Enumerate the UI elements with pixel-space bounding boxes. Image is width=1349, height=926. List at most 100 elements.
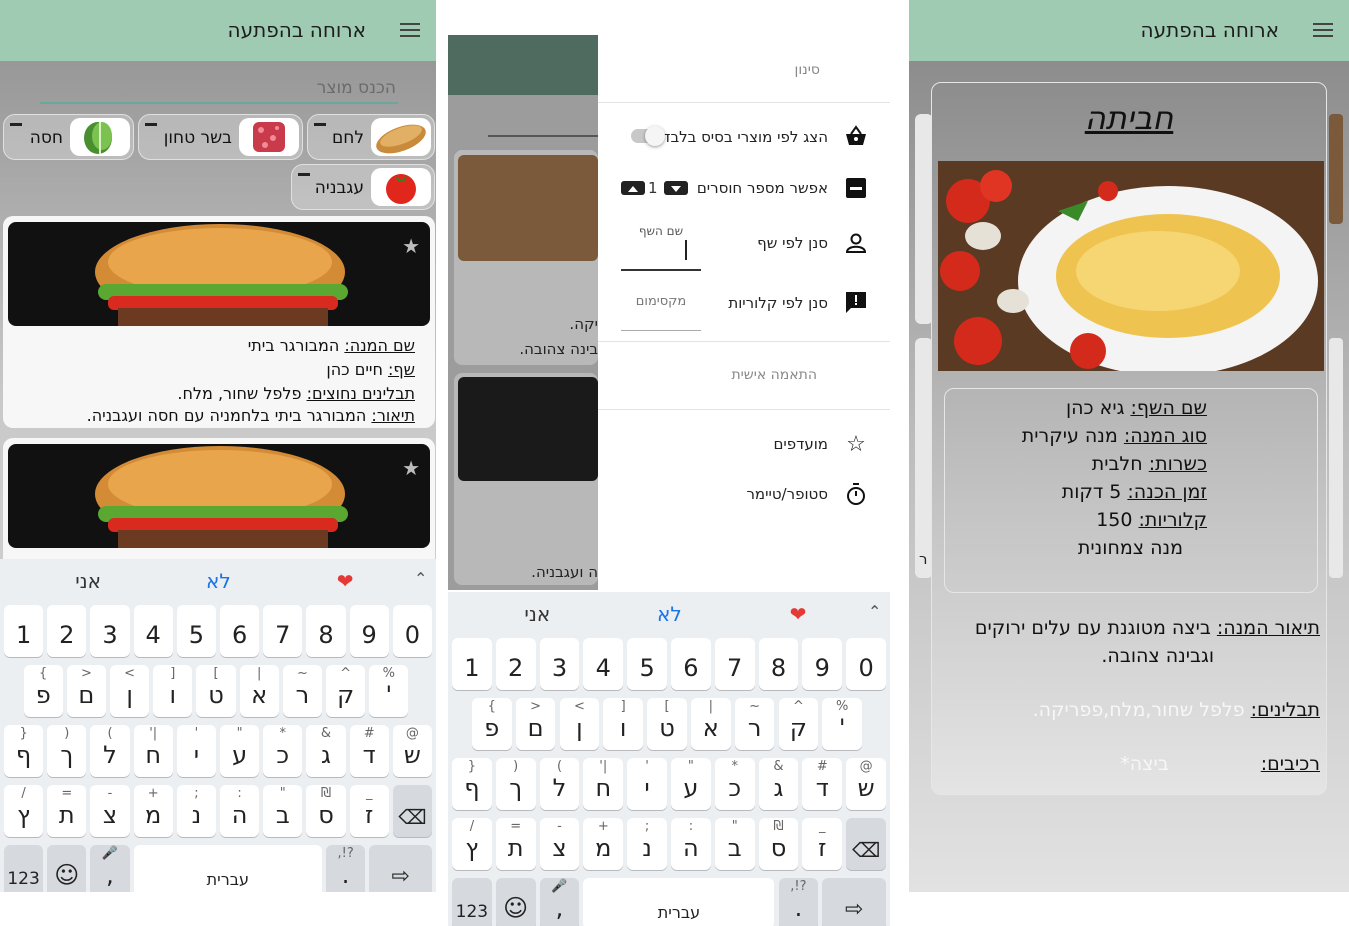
backspace-key[interactable]: ⌫ [846, 818, 886, 870]
comma-key[interactable]: 🎤, [539, 878, 580, 926]
key-letter[interactable]: @ ש [392, 725, 432, 777]
key-letter[interactable]: > ם [66, 665, 106, 717]
key-7[interactable]: 7 [714, 638, 755, 690]
key-letter[interactable]: * כ [263, 725, 303, 777]
key-5[interactable]: 5 [627, 638, 667, 690]
key-letter[interactable]: -צ [539, 818, 580, 870]
key-3[interactable]: 3 [90, 605, 130, 657]
ingredient-chip-bread[interactable]: לחם [307, 114, 435, 160]
enter-key[interactable]: ⇨ [822, 878, 886, 926]
key-letter[interactable]: '| ח [133, 725, 173, 777]
key-letter[interactable]: {פ [471, 698, 512, 750]
suggestion-2[interactable]: ❤ [337, 569, 354, 593]
key-letter[interactable]: " ע [220, 725, 260, 777]
key-7[interactable]: 7 [263, 605, 303, 657]
key-letter[interactable]: ] ו [153, 665, 193, 717]
key-letter[interactable]: ^ ק [326, 665, 366, 717]
key-letter[interactable]: ' י [627, 758, 667, 810]
key-8[interactable]: 8 [306, 605, 346, 657]
key-letter[interactable]: ~ ר [734, 698, 775, 750]
key-letter[interactable]: ] ו [603, 698, 644, 750]
expand-chevron-icon[interactable]: ⌃ [414, 569, 427, 588]
favorite-star-icon[interactable]: ★ [402, 456, 420, 480]
remove-icon[interactable] [314, 123, 326, 126]
key-letter[interactable]: # ד [802, 758, 843, 810]
key-letter[interactable]: & ג [306, 725, 346, 777]
key-letter[interactable]: } ף [452, 758, 492, 810]
key-letter[interactable]: -צ [90, 785, 130, 837]
key-letter[interactable]: {פ [23, 665, 63, 717]
menu-icon[interactable] [400, 23, 420, 37]
key-letter[interactable]: :ה [671, 818, 711, 870]
key-letter[interactable]: = ת [495, 818, 536, 870]
key-0[interactable]: 0 [846, 638, 886, 690]
menu-icon[interactable] [1313, 23, 1333, 37]
dimmed-background[interactable]: יקה. בינה צהובה. ה ועגבניה. [448, 35, 598, 590]
key-letter[interactable]: / ץ [452, 818, 492, 870]
enter-key[interactable]: ⇨ [369, 845, 432, 892]
key-letter[interactable]: | א [239, 665, 279, 717]
decrement-button[interactable] [621, 181, 645, 195]
key-letter[interactable]: ) ך [495, 758, 536, 810]
comma-key[interactable]: 🎤, [90, 845, 130, 892]
key-letter[interactable]: ₪ ס [758, 818, 799, 870]
key-letter[interactable]: / ץ [4, 785, 44, 837]
key-letter[interactable]: " ב [263, 785, 303, 837]
emoji-key[interactable]: ☺ [47, 845, 87, 892]
stopwatch-item[interactable]: סטופר/טיימר [746, 485, 828, 503]
key-letter[interactable]: < ן [110, 665, 150, 717]
key-letter[interactable]: % ' [822, 698, 863, 750]
key-letter[interactable]: > ם [515, 698, 556, 750]
suggestion-1[interactable]: לא [206, 569, 231, 593]
key-4[interactable]: 4 [583, 638, 624, 690]
emoji-key[interactable]: ☺ [495, 878, 536, 926]
key-letter[interactable]: _ ז [349, 785, 389, 837]
key-letter[interactable]: < ן [559, 698, 600, 750]
key-letter[interactable]: ' י [176, 725, 216, 777]
key-8[interactable]: 8 [758, 638, 799, 690]
key-letter[interactable]: ; נ [627, 818, 667, 870]
period-key[interactable]: ,!?. [778, 878, 819, 926]
search-input[interactable]: הכנס מוצר [317, 78, 396, 98]
favorites-item[interactable]: מועדפים [773, 435, 828, 453]
key-letter[interactable]: [ט [196, 665, 236, 717]
key-letter[interactable]: (ל [90, 725, 130, 777]
key-2[interactable]: 2 [495, 638, 536, 690]
key-letter[interactable]: @ ש [846, 758, 886, 810]
key-letter[interactable]: } ף [4, 725, 44, 777]
key-9[interactable]: 9 [802, 638, 843, 690]
favorite-star-icon[interactable]: ★ [402, 234, 420, 258]
key-letter[interactable]: ~ ר [282, 665, 322, 717]
key-letter[interactable]: " ב [714, 818, 755, 870]
key-letter[interactable]: ; נ [176, 785, 216, 837]
numbers-key[interactable]: 123 [452, 878, 492, 926]
space-key[interactable]: עברית [583, 878, 775, 926]
key-letter[interactable]: * כ [714, 758, 755, 810]
key-letter[interactable]: (ל [539, 758, 580, 810]
key-5[interactable]: 5 [176, 605, 216, 657]
key-letter[interactable]: _ ז [802, 818, 843, 870]
recipe-card[interactable]: ★ [3, 438, 435, 568]
remove-icon[interactable] [298, 173, 310, 176]
key-letter[interactable]: ₪ ס [306, 785, 346, 837]
key-3[interactable]: 3 [539, 638, 580, 690]
key-letter[interactable]: # ד [349, 725, 389, 777]
key-letter[interactable]: ) ך [47, 725, 87, 777]
key-letter[interactable]: & ג [758, 758, 799, 810]
key-1[interactable]: 1 [452, 638, 492, 690]
key-4[interactable]: 4 [133, 605, 173, 657]
suggestion-0[interactable]: אני [75, 569, 101, 593]
expand-chevron-icon[interactable]: ⌃ [868, 602, 881, 621]
numbers-key[interactable]: 123 [4, 845, 44, 892]
backspace-key[interactable]: ⌫ [392, 785, 432, 837]
key-letter[interactable]: [ט [647, 698, 687, 750]
key-letter[interactable]: + מ [133, 785, 173, 837]
increment-button[interactable] [664, 181, 688, 195]
key-letter[interactable]: + מ [583, 818, 624, 870]
key-0[interactable]: 0 [392, 605, 432, 657]
space-key[interactable]: עברית [133, 845, 322, 892]
ingredient-chip-ground-meat[interactable]: בשר טחון [138, 114, 303, 160]
key-letter[interactable]: :ה [220, 785, 260, 837]
key-1[interactable]: 1 [4, 605, 44, 657]
key-6[interactable]: 6 [671, 638, 711, 690]
